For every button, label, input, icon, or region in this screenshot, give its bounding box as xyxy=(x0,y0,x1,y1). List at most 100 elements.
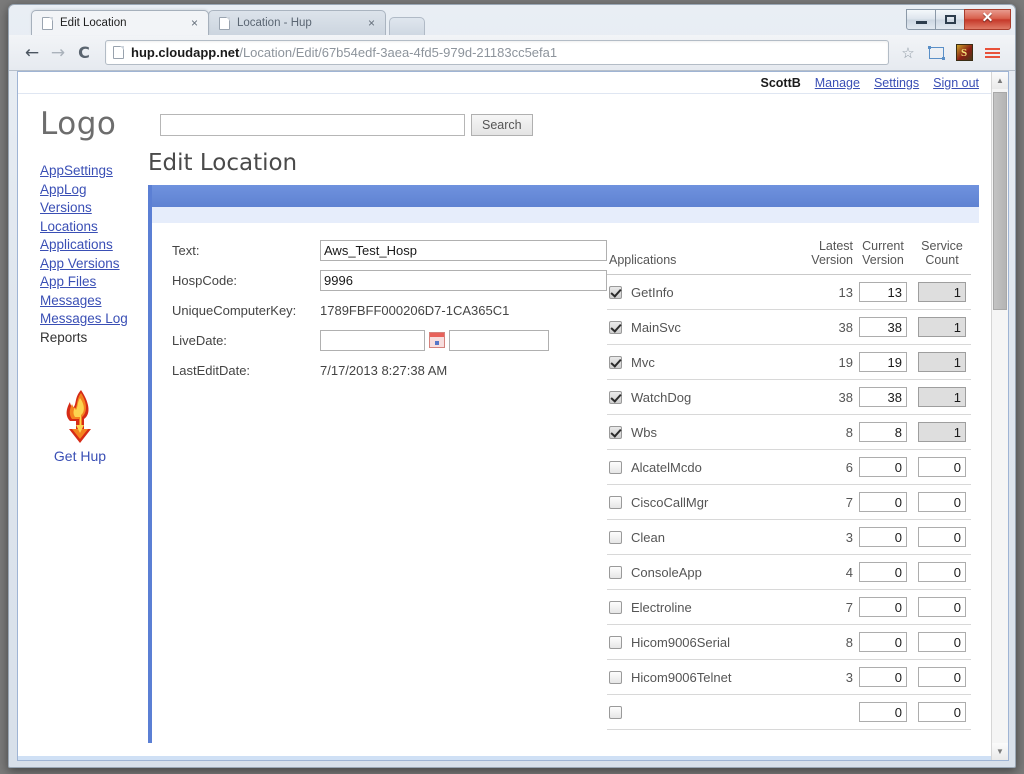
cell-service-count xyxy=(913,345,971,380)
current-version-input[interactable] xyxy=(859,422,907,442)
application-checkbox[interactable] xyxy=(609,706,622,719)
text-input[interactable] xyxy=(320,240,607,261)
sidebar-item-messages-log[interactable]: Messages Log xyxy=(40,310,148,329)
extension-letter: S xyxy=(956,44,973,61)
cell-current-version xyxy=(853,590,913,625)
tab-location-hup[interactable]: Location - Hup × xyxy=(208,10,386,35)
sidebar-item-applications[interactable]: Applications xyxy=(40,236,148,255)
sidebar-item-locations[interactable]: Locations xyxy=(40,218,148,237)
settings-link[interactable]: Settings xyxy=(874,76,919,90)
application-checkbox[interactable] xyxy=(609,391,622,404)
application-checkbox[interactable] xyxy=(609,671,622,684)
application-checkbox[interactable] xyxy=(609,286,622,299)
cell-current-version xyxy=(853,380,913,415)
reload-button[interactable]: C xyxy=(71,40,97,66)
application-checkbox[interactable] xyxy=(609,321,622,334)
application-checkbox[interactable] xyxy=(609,636,622,649)
latest-version-line1: Latest xyxy=(791,239,853,253)
service-count-input[interactable] xyxy=(918,387,966,407)
page-scrollbar[interactable]: ▲ ▼ xyxy=(991,72,1008,760)
sidebar-item-applog[interactable]: AppLog xyxy=(40,181,148,200)
current-version-input[interactable] xyxy=(859,282,907,302)
sidebar-item-appsettings[interactable]: AppSettings xyxy=(40,162,148,181)
cell-current-version xyxy=(853,415,913,450)
application-checkbox[interactable] xyxy=(609,566,622,579)
current-version-input[interactable] xyxy=(859,667,907,687)
forward-button[interactable]: → xyxy=(45,40,71,66)
sidebar-item-messages[interactable]: Messages xyxy=(40,292,148,311)
calendar-icon[interactable] xyxy=(429,332,445,348)
search-input[interactable] xyxy=(160,114,465,136)
bookmark-star-icon[interactable]: ☆ xyxy=(895,41,921,65)
address-bar[interactable]: hup.cloudapp.net/Location/Edit/67b54edf-… xyxy=(105,40,889,65)
table-row: Hicom9006Serial8 xyxy=(607,625,971,660)
service-count-input[interactable] xyxy=(918,492,966,512)
current-version-input[interactable] xyxy=(859,352,907,372)
extension-icon[interactable]: S xyxy=(951,41,977,65)
url-path: /Location/Edit/67b54edf-3aea-4fd5-979d-2… xyxy=(239,45,557,60)
scroll-up-icon[interactable]: ▲ xyxy=(992,72,1008,89)
screenshot-icon[interactable] xyxy=(923,41,949,65)
service-count-input[interactable] xyxy=(918,352,966,372)
current-version-input[interactable] xyxy=(859,387,907,407)
back-button[interactable]: ← xyxy=(19,40,45,66)
application-checkbox[interactable] xyxy=(609,426,622,439)
current-version-input[interactable] xyxy=(859,457,907,477)
application-checkbox[interactable] xyxy=(609,461,622,474)
scrollbar-thumb[interactable] xyxy=(993,92,1007,310)
application-checkbox[interactable] xyxy=(609,496,622,509)
hospcode-input[interactable] xyxy=(320,270,607,291)
tab-edit-location[interactable]: Edit Location × xyxy=(31,10,209,35)
application-checkbox[interactable] xyxy=(609,356,622,369)
search-area: Search xyxy=(160,114,533,136)
current-version-input[interactable] xyxy=(859,317,907,337)
livedate-input[interactable] xyxy=(320,330,425,351)
form-row-livedate: LiveDate: xyxy=(172,329,607,351)
cell-application-name: GetInfo xyxy=(607,275,791,310)
sidebar-item-versions[interactable]: Versions xyxy=(40,199,148,218)
livedate-time-input[interactable] xyxy=(449,330,549,351)
cell-current-version xyxy=(853,275,913,310)
current-version-input[interactable] xyxy=(859,492,907,512)
application-checkbox[interactable] xyxy=(609,531,622,544)
close-icon[interactable]: × xyxy=(187,16,202,30)
manage-link[interactable]: Manage xyxy=(815,76,860,90)
current-version-input[interactable] xyxy=(859,597,907,617)
service-count-input[interactable] xyxy=(918,562,966,582)
current-version-input[interactable] xyxy=(859,562,907,582)
page-body: AppSettings AppLog Versions Locations Ap… xyxy=(18,142,991,743)
service-count-input[interactable] xyxy=(918,702,966,722)
service-count-input[interactable] xyxy=(918,422,966,442)
minimize-button[interactable] xyxy=(906,9,936,30)
close-window-button[interactable]: ✕ xyxy=(964,9,1011,30)
cell-latest-version: 38 xyxy=(791,380,853,415)
service-count-input[interactable] xyxy=(918,527,966,547)
cell-latest-version: 4 xyxy=(791,555,853,590)
cell-service-count xyxy=(913,485,971,520)
sidebar-item-app-versions[interactable]: App Versions xyxy=(40,255,148,274)
close-icon[interactable]: × xyxy=(364,16,379,30)
search-button[interactable]: Search xyxy=(471,114,533,136)
sign-out-link[interactable]: Sign out xyxy=(933,76,979,90)
menu-icon[interactable] xyxy=(979,41,1005,65)
current-version-input[interactable] xyxy=(859,527,907,547)
cell-application-name: AlcatelMcdo xyxy=(607,450,791,485)
maximize-button[interactable] xyxy=(935,9,965,30)
sidebar-item-app-files[interactable]: App Files xyxy=(40,273,148,292)
service-count-input[interactable] xyxy=(918,632,966,652)
service-count-input[interactable] xyxy=(918,667,966,687)
get-hup-link[interactable]: Get Hup xyxy=(54,448,106,464)
current-version-input[interactable] xyxy=(859,632,907,652)
uniquecomputerkey-value: 1789FBFF000206D7-1CA365C1 xyxy=(320,303,509,318)
service-count-input[interactable] xyxy=(918,457,966,477)
service-count-input[interactable] xyxy=(918,317,966,337)
scroll-down-icon[interactable]: ▼ xyxy=(992,743,1008,760)
application-checkbox[interactable] xyxy=(609,601,622,614)
new-tab-button[interactable] xyxy=(389,17,425,35)
sidebar-item-reports: Reports xyxy=(40,329,148,348)
web-page: ScottB Manage Settings Sign out Logo Sea… xyxy=(18,72,991,760)
service-count-input[interactable] xyxy=(918,282,966,302)
service-count-input[interactable] xyxy=(918,597,966,617)
get-hup-block[interactable]: Get Hup xyxy=(40,389,120,464)
current-version-input[interactable] xyxy=(859,702,907,722)
